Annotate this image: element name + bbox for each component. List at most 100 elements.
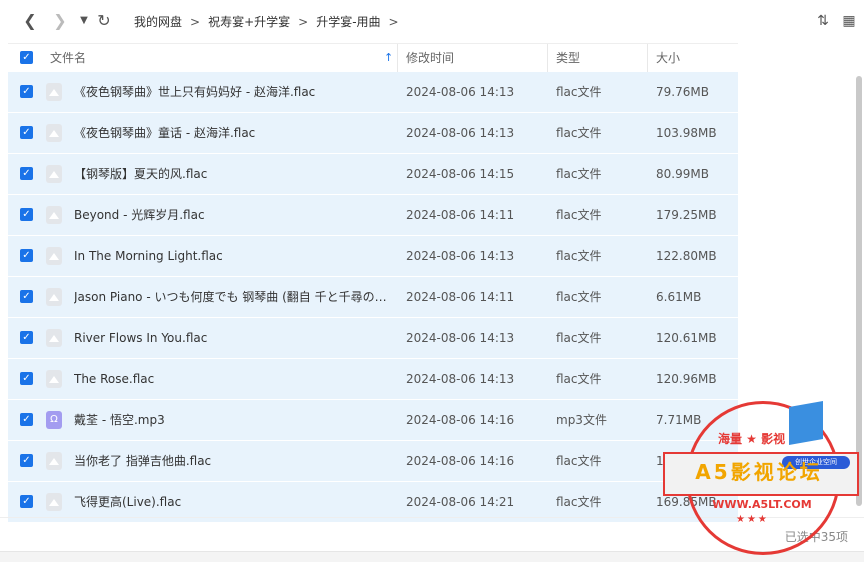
table-row[interactable]: ✓ 《夜色钢琴曲》世上只有妈妈好 - 赵海洋.flac 2024-08-06 1… <box>8 72 738 113</box>
file-modified: 2024-08-06 14:13 <box>406 126 515 140</box>
watermark-box-icon <box>789 401 823 445</box>
window-bottom-edge <box>0 551 864 562</box>
row-checkbox[interactable]: ✓ <box>20 331 33 344</box>
row-checkbox[interactable]: ✓ <box>20 126 33 139</box>
sort-asc-icon[interactable]: ↑ <box>384 44 393 72</box>
watermark-title: A5影视论坛 <box>695 460 823 484</box>
row-checkbox[interactable]: ✓ <box>20 290 33 303</box>
file-name[interactable]: Jason Piano - いつも何度でも 钢琴曲 (翻自 千と千尋の… <box>74 277 394 317</box>
file-icon <box>46 206 62 224</box>
select-all-checkbox[interactable]: ✓ <box>20 51 33 64</box>
watermark-top-text: 海量 ★ 影视 <box>718 432 786 446</box>
chevron-right-icon: > <box>298 15 309 29</box>
breadcrumb-item[interactable]: 升学宴-用曲 <box>316 13 380 30</box>
column-type[interactable]: 类型 <box>547 44 646 72</box>
file-modified: 2024-08-06 14:16 <box>406 413 515 427</box>
file-modified: 2024-08-06 14:21 <box>406 495 515 509</box>
file-name[interactable]: 【钢琴版】夏天的风.flac <box>74 154 394 194</box>
file-name[interactable]: In The Morning Light.flac <box>74 236 394 276</box>
file-modified: 2024-08-06 14:13 <box>406 331 515 345</box>
grid-view-icon[interactable]: ▦ <box>840 12 858 30</box>
breadcrumb-item[interactable]: 我的网盘 <box>134 13 182 30</box>
file-size: 120.61MB <box>656 331 717 345</box>
file-type: flac文件 <box>556 372 602 386</box>
row-checkbox[interactable]: ✓ <box>20 413 33 426</box>
file-icon <box>46 83 62 101</box>
sort-icon[interactable]: ⇅ <box>814 12 832 30</box>
file-type: mp3文件 <box>556 413 607 427</box>
chevron-right-icon[interactable]: > <box>389 15 399 29</box>
file-name[interactable]: 《夜色钢琴曲》世上只有妈妈好 - 赵海洋.flac <box>74 72 394 112</box>
file-icon <box>46 124 62 142</box>
caret-down-icon[interactable]: ▼ <box>74 11 94 31</box>
file-type: flac文件 <box>556 249 602 263</box>
row-checkbox[interactable]: ✓ <box>20 372 33 385</box>
file-modified: 2024-08-06 14:13 <box>406 85 515 99</box>
file-type: flac文件 <box>556 495 602 509</box>
column-size[interactable]: 大小 <box>647 44 738 72</box>
file-icon <box>46 247 62 265</box>
table-row[interactable]: ✓ 【钢琴版】夏天的风.flac 2024-08-06 14:15 flac文件… <box>8 154 738 195</box>
audio-file-icon: Ω <box>46 411 62 429</box>
file-modified: 2024-08-06 14:11 <box>406 208 515 222</box>
file-name[interactable]: 飞得更高(Live).flac <box>74 482 394 522</box>
chevron-right-icon[interactable]: ❯ <box>50 11 70 31</box>
file-size: 80.99MB <box>656 167 709 181</box>
table-row[interactable]: ✓ Ω 戴荃 - 悟空.mp3 2024-08-06 14:16 mp3文件 7… <box>8 400 738 441</box>
row-checkbox[interactable]: ✓ <box>20 167 33 180</box>
file-modified: 2024-08-06 14:11 <box>406 290 515 304</box>
row-checkbox[interactable]: ✓ <box>20 454 33 467</box>
file-modified: 2024-08-06 14:13 <box>406 372 515 386</box>
watermark-url: WWW.A5LT.COM <box>712 498 812 511</box>
file-modified: 2024-08-06 14:16 <box>406 454 515 468</box>
file-icon <box>46 288 62 306</box>
row-checkbox[interactable]: ✓ <box>20 208 33 221</box>
file-size: 120.96MB <box>656 372 717 386</box>
breadcrumb-item[interactable]: 祝寿宴+升学宴 <box>208 13 290 30</box>
file-name[interactable]: The Rose.flac <box>74 359 394 399</box>
toolbar: ❮ ❯ ▼ ↻ 我的网盘 > 祝寿宴+升学宴 > 升学宴-用曲 > ⇅ ▦ <box>0 0 864 42</box>
file-type: flac文件 <box>556 331 602 345</box>
scrollbar[interactable] <box>856 76 862 506</box>
file-icon <box>46 165 62 183</box>
file-type: flac文件 <box>556 208 602 222</box>
column-name[interactable]: 文件名 <box>50 44 390 72</box>
file-name[interactable]: 戴荃 - 悟空.mp3 <box>74 400 394 440</box>
file-name[interactable]: 当你老了 指弹吉他曲.flac <box>74 441 394 481</box>
refresh-icon[interactable]: ↻ <box>94 11 114 31</box>
column-modified[interactable]: 修改时间 <box>397 44 546 72</box>
breadcrumb: 我的网盘 > 祝寿宴+升学宴 > 升学宴-用曲 > <box>134 13 407 30</box>
file-icon <box>46 452 62 470</box>
file-type: flac文件 <box>556 126 602 140</box>
file-list-header: ✓ 文件名 ↑ 修改时间 类型 大小 <box>8 43 738 73</box>
row-checkbox[interactable]: ✓ <box>20 249 33 262</box>
file-type: flac文件 <box>556 167 602 181</box>
table-row[interactable]: ✓ 《夜色钢琴曲》童话 - 赵海洋.flac 2024-08-06 14:13 … <box>8 113 738 154</box>
file-modified: 2024-08-06 14:15 <box>406 167 515 181</box>
table-row[interactable]: ✓ River Flows In You.flac 2024-08-06 14:… <box>8 318 738 359</box>
file-size: 179.25MB <box>656 208 717 222</box>
file-list: ✓ 《夜色钢琴曲》世上只有妈妈好 - 赵海洋.flac 2024-08-06 1… <box>8 72 738 523</box>
file-icon <box>46 493 62 511</box>
table-row[interactable]: ✓ 当你老了 指弹吉他曲.flac 2024-08-06 14:16 flac文… <box>8 441 738 482</box>
file-name[interactable]: Beyond - 光辉岁月.flac <box>74 195 394 235</box>
file-type: flac文件 <box>556 290 602 304</box>
table-row[interactable]: ✓ The Rose.flac 2024-08-06 14:13 flac文件 … <box>8 359 738 400</box>
file-name[interactable]: 《夜色钢琴曲》童话 - 赵海洋.flac <box>74 113 394 153</box>
file-size: 79.76MB <box>656 85 709 99</box>
file-type: flac文件 <box>556 454 602 468</box>
row-checkbox[interactable]: ✓ <box>20 495 33 508</box>
chevron-left-icon[interactable]: ❮ <box>20 11 40 31</box>
table-row[interactable]: ✓ Jason Piano - いつも何度でも 钢琴曲 (翻自 千と千尋の… 2… <box>8 277 738 318</box>
table-row[interactable]: ✓ In The Morning Light.flac 2024-08-06 1… <box>8 236 738 277</box>
file-size: 103.98MB <box>656 126 717 140</box>
row-checkbox[interactable]: ✓ <box>20 85 33 98</box>
file-icon <box>46 370 62 388</box>
file-size: 6.61MB <box>656 290 702 304</box>
table-row[interactable]: ✓ Beyond - 光辉岁月.flac 2024-08-06 14:11 fl… <box>8 195 738 236</box>
chevron-right-icon: > <box>190 15 201 29</box>
file-type: flac文件 <box>556 85 602 99</box>
file-name[interactable]: River Flows In You.flac <box>74 318 394 358</box>
file-icon <box>46 329 62 347</box>
file-modified: 2024-08-06 14:13 <box>406 249 515 263</box>
